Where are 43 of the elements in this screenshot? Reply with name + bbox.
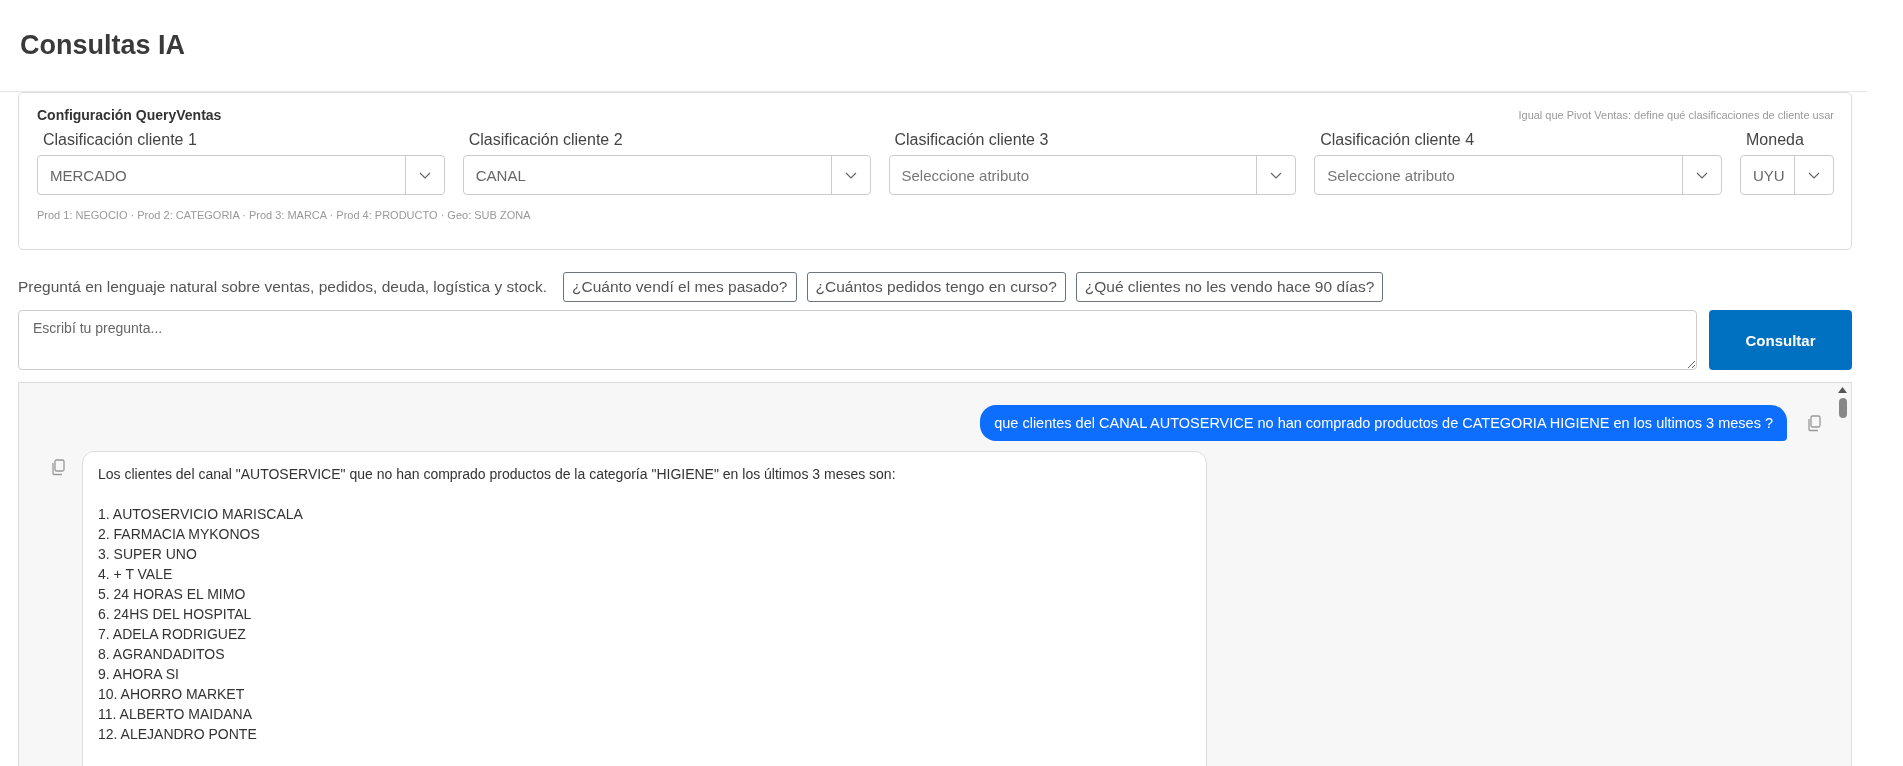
- section-hint: Igual que Pivot Ventas: define qué clasificaciones de cliente usar: [1518, 109, 1834, 121]
- field-label: Moneda: [1745, 131, 1805, 149]
- suggestion-button[interactable]: ¿Cuánto vendí el mes pasado?: [563, 272, 797, 302]
- select-field[interactable]: Seleccione atributo: [1314, 155, 1722, 195]
- question-input-field[interactable]: Escribí tu pregunta...: [18, 310, 1697, 370]
- chevron-down-icon: [418, 171, 431, 179]
- scrollbar-thumb[interactable]: [1838, 398, 1847, 418]
- answer-list-item: 9. AHORA SI: [98, 665, 180, 684]
- answer-list-item: 7. ADELA RODRIGUEZ: [98, 625, 247, 644]
- select-field[interactable]: Seleccione atributo: [888, 155, 1297, 195]
- field-label: Clasificación cliente 3: [893, 131, 1050, 149]
- select-field[interactable]: UYU: [1740, 155, 1834, 195]
- answer-list-item: 3. SUPER UNO: [98, 545, 198, 564]
- chevron-down-icon: [1270, 171, 1283, 179]
- answer-list-item: 11. ALBERTO MAIDANA: [98, 705, 254, 724]
- prompt-intro: Preguntá en lenguaje natural sobre ventas, pedidos, deuda, logística y stock.: [18, 278, 548, 296]
- suggestion-button[interactable]: ¿Cuántos pedidos tengo en curso?: [806, 272, 1066, 302]
- suggestion-button[interactable]: ¿Qué clientes no les vendo hace 90 días?: [1075, 272, 1384, 302]
- page-title: Consultas IA: [20, 30, 186, 61]
- select-field[interactable]: MERCADO: [37, 155, 445, 195]
- answer-text: Los clientes del canal "AUTOSERVICE" que no han comprado productos de la categoría "HIGIENE" en los últimos 3 meses son:: [98, 465, 897, 484]
- answer-list-item: 1. AUTOSERVICIO MARISCALA: [98, 505, 304, 524]
- answer-list-item: 6. 24HS DEL HOSPITAL: [98, 605, 253, 624]
- config-note: Prod 1: NEGOCIO · Prod 2: CATEGORIA · Prod 3: MARCA · Prod 4: PRODUCTO · Geo: SUB ZONA: [37, 209, 532, 221]
- answer-list-item: 10. AHORRO MARKET: [98, 685, 246, 704]
- submit-button[interactable]: Consultar: [1709, 310, 1852, 370]
- answer-list-item: 5. 24 HORAS EL MIMO: [98, 585, 247, 604]
- chevron-down-icon: [844, 171, 857, 179]
- copy-icon[interactable]: [51, 459, 65, 476]
- field-label: Clasificación cliente 1: [42, 131, 198, 149]
- answer-list-item: 8. AGRANDADITOS: [98, 645, 226, 664]
- answer-list-item: 12. ALEJANDRO PONTE: [98, 725, 258, 744]
- scroll-up-icon[interactable]: [1838, 387, 1847, 393]
- field-label: Clasificación cliente 4: [1319, 131, 1476, 149]
- user-message-bubble: que clientes del CANAL AUTOSERVICE no han comprado productos de CATEGORIA HIGIENE en los ultimos 3 meses ?: [980, 405, 1787, 441]
- chevron-down-icon: [1696, 171, 1708, 179]
- select-field[interactable]: CANAL: [462, 155, 871, 195]
- section-title: Configuración QueryVentas: [37, 107, 222, 123]
- chevron-down-icon: [1808, 171, 1820, 179]
- answer-list-item: 4. + T VALE: [98, 565, 174, 584]
- answer-list-item: 2. FARMACIA MYKONOS: [98, 525, 261, 544]
- copy-icon[interactable]: [1807, 414, 1821, 432]
- field-label: Clasificación cliente 2: [467, 131, 624, 149]
